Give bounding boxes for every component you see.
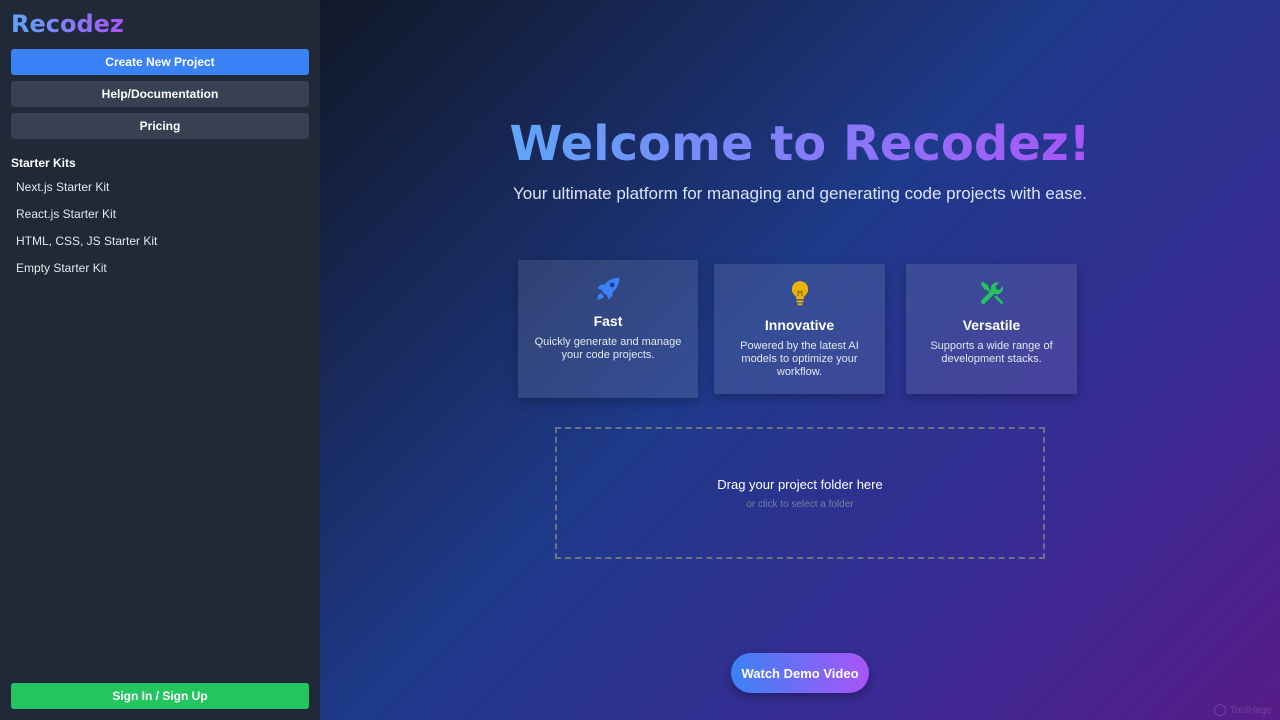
feature-card-fast: Fast Quickly generate and manage your co… [518,260,698,398]
app-root: Recodez Create New Project Help/Document… [0,0,1280,720]
feature-card-title: Versatile [962,317,1021,333]
rocket-icon [593,274,623,304]
watermark: ToolHage [1213,704,1272,716]
feature-card-innovative: Innovative Powered by the latest AI mode… [714,264,885,394]
feature-card-versatile: Versatile Supports a wide range of devel… [906,264,1077,394]
feature-card-title: Innovative [764,317,835,333]
app-logo[interactable]: Recodez [11,10,124,38]
starter-kit-html-css-js[interactable]: HTML, CSS, JS Starter Kit [11,234,309,261]
main-content: Welcome to Recodez! Your ultimate platfo… [320,0,1280,720]
starter-kit-list: Next.js Starter Kit React.js Starter Kit… [11,180,309,288]
feature-card-title: Fast [593,313,623,329]
starter-kits-heading: Starter Kits [11,156,76,170]
page-subtitle: Your ultimate platform for managing and … [513,184,1087,203]
feature-card-description: Supports a wide range of development sta… [930,340,1053,365]
dropzone-title: Drag your project folder here [717,477,883,492]
lightbulb-icon [785,278,815,308]
tools-icon [977,278,1007,308]
starter-kit-reactjs[interactable]: React.js Starter Kit [11,207,309,234]
page-title-text: Welcome to Recodez! [509,116,1091,172]
starter-kit-nextjs[interactable]: Next.js Starter Kit [11,180,309,207]
help-documentation-button[interactable]: Help/Documentation [11,81,309,107]
watermark-logo-icon [1213,704,1226,716]
pricing-button[interactable]: Pricing [11,113,309,139]
project-folder-dropzone[interactable]: Drag your project folder here or click t… [555,427,1045,559]
watch-demo-video-button[interactable]: Watch Demo Video [731,653,869,693]
feature-card-description: Powered by the latest AI models to optim… [740,340,859,378]
sidebar: Recodez Create New Project Help/Document… [0,0,320,720]
sign-in-sign-up-button[interactable]: Sign In / Sign Up [11,683,309,709]
feature-card-description: Quickly generate and manage your code pr… [534,336,682,361]
watermark-text: ToolHage [1229,704,1272,716]
create-project-button[interactable]: Create New Project [11,49,309,75]
page-title: Welcome to Recodez! [320,114,1280,174]
dropzone-subtitle: or click to select a folder [746,499,854,510]
starter-kit-empty[interactable]: Empty Starter Kit [11,261,309,288]
